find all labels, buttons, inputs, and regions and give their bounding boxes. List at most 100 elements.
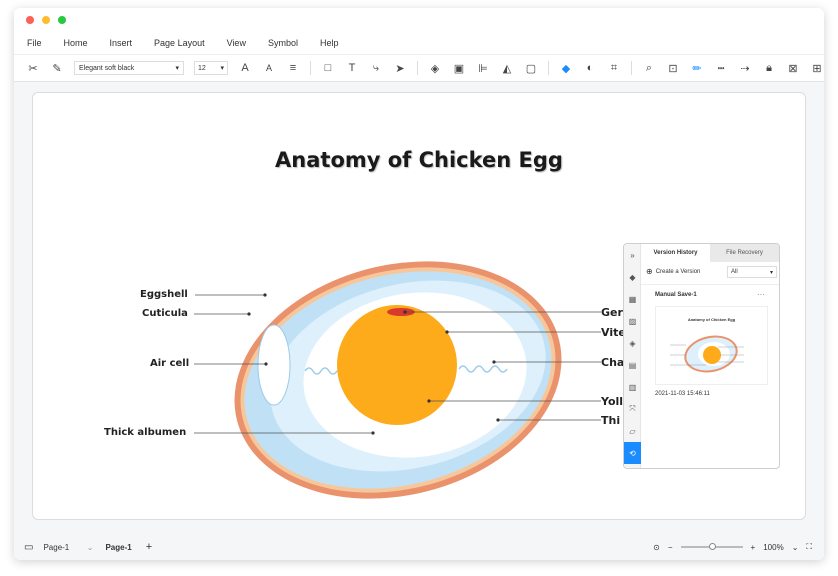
- air-cell-shape: [257, 324, 291, 406]
- format-painter-icon[interactable]: ✎: [50, 61, 64, 75]
- fullscreen-icon[interactable]: ⛶: [806, 542, 812, 552]
- zoom-slider-handle[interactable]: [708, 543, 716, 550]
- more-options-icon[interactable]: ···: [757, 290, 765, 299]
- label-chalaza[interactable]: Cha: [601, 356, 624, 369]
- yolk-shape: [337, 305, 457, 425]
- maximize-window-button[interactable]: [58, 16, 66, 24]
- menu-bar: File Home Insert Page Layout View Symbol…: [14, 32, 824, 54]
- image-icon[interactable]: ▨: [624, 310, 641, 332]
- document-icon[interactable]: ▤: [624, 354, 641, 376]
- panel-tabs: Version History File Recovery: [641, 244, 779, 262]
- lock-icon[interactable]: 🔒︎: [762, 61, 776, 75]
- shadow-icon[interactable]: ◐: [583, 61, 597, 75]
- menu-page-layout[interactable]: Page Layout: [154, 38, 205, 48]
- menu-home[interactable]: Home: [64, 38, 88, 48]
- page-select-value: Page-1: [43, 542, 70, 552]
- chevron-down-icon: ⌄: [86, 542, 94, 552]
- comment-icon[interactable]: ▱: [624, 420, 641, 442]
- divider: [310, 61, 311, 75]
- text-icon[interactable]: T: [345, 61, 359, 75]
- close-window-button[interactable]: [26, 16, 34, 24]
- fit-icon[interactable]: ⤧: [624, 398, 641, 420]
- menu-symbol[interactable]: Symbol: [268, 38, 298, 48]
- add-page-icon[interactable]: +: [146, 541, 152, 553]
- chevron-down-icon[interactable]: ⌄: [792, 543, 799, 552]
- tab-version-history[interactable]: Version History: [641, 244, 710, 262]
- zoom-out-icon[interactable]: −: [668, 543, 673, 552]
- label-thin-albumen[interactable]: Thi: [601, 414, 620, 427]
- font-size-value: 12: [198, 64, 206, 72]
- label-cuticula[interactable]: Cuticula: [142, 308, 188, 319]
- increase-font-icon[interactable]: A: [238, 61, 252, 75]
- page-select[interactable]: Page-1 ⌄: [43, 543, 93, 552]
- thumbnail-egg: [670, 335, 744, 373]
- flip-icon[interactable]: ◭: [500, 61, 514, 75]
- menu-file[interactable]: File: [27, 38, 42, 48]
- page-tab[interactable]: Page-1: [105, 543, 131, 552]
- title-bar: [14, 8, 824, 32]
- font-size-select[interactable]: 12 ▾: [194, 61, 228, 75]
- connector-icon[interactable]: ⤷: [369, 61, 383, 75]
- zoom-in-icon[interactable]: +: [751, 543, 756, 552]
- toolbar: ✂ ✎ Elegant soft black ▾ 12 ▾ A A ≡ □ T ⤷ …: [14, 54, 824, 82]
- frame-icon[interactable]: ▢: [524, 61, 538, 75]
- arrow-style-icon[interactable]: ⇢: [738, 61, 752, 75]
- line-style-icon[interactable]: ┅: [714, 61, 728, 75]
- version-name[interactable]: Manual Save-1: [655, 292, 697, 298]
- find-replace-icon[interactable]: ⊡: [666, 61, 680, 75]
- fill-color-icon[interactable]: ◆: [559, 61, 573, 75]
- align-left-icon[interactable]: ⊫: [476, 61, 490, 75]
- group-icon[interactable]: ▣: [452, 61, 466, 75]
- align-icon[interactable]: ≡: [286, 61, 300, 75]
- cut-icon[interactable]: ✂: [26, 61, 40, 75]
- grid-icon[interactable]: ▦: [624, 288, 641, 310]
- version-filter-value: All: [731, 269, 738, 275]
- version-timestamp: 2021-11-03 15:46:11: [655, 391, 710, 397]
- zoom-level[interactable]: 100%: [763, 543, 783, 552]
- panel-sidebar: » ◆ ▦ ▨ ◈ ▤ ▥ ⤧ ▱ ⟲: [624, 244, 641, 468]
- history-icon[interactable]: ⟲: [624, 442, 641, 464]
- collapse-icon[interactable]: »: [624, 244, 641, 266]
- font-family-select[interactable]: Elegant soft black ▾: [74, 61, 184, 75]
- insert-icon[interactable]: ⊠: [786, 61, 800, 75]
- decrease-font-icon[interactable]: A: [262, 61, 276, 75]
- status-bar: ▭ Page-1 ⌄ Page-1 + ⊙ − + 100% ⌄ ⛶: [14, 534, 824, 560]
- tab-file-recovery[interactable]: File Recovery: [710, 244, 779, 262]
- chevron-down-icon: ▾: [769, 269, 773, 276]
- label-eggshell[interactable]: Eggshell: [140, 289, 188, 300]
- attachment-icon[interactable]: ▥: [624, 376, 641, 398]
- version-thumbnail[interactable]: Anatomy of Chicken Egg: [655, 306, 768, 385]
- line-color-icon[interactable]: ✏: [690, 61, 704, 75]
- font-family-value: Elegant soft black: [79, 64, 135, 72]
- fill-icon[interactable]: ◆: [624, 266, 641, 288]
- label-yolk[interactable]: Yoll: [601, 395, 623, 408]
- divider: [641, 284, 779, 285]
- layers-icon[interactable]: ◈: [624, 332, 641, 354]
- search-icon[interactable]: ⌕: [642, 61, 656, 75]
- menu-help[interactable]: Help: [320, 38, 339, 48]
- crop-icon[interactable]: ⌗: [607, 61, 621, 75]
- create-version-button[interactable]: ⊕ Create a Version: [646, 267, 700, 276]
- zoom-slider[interactable]: [680, 543, 743, 550]
- app-window: File Home Insert Page Layout View Symbol…: [14, 8, 824, 560]
- label-thick-albumen[interactable]: Thick albumen: [104, 427, 186, 438]
- label-germinal-disc[interactable]: Ger: [601, 306, 623, 319]
- label-air-cell[interactable]: Air cell: [150, 358, 189, 369]
- rectangle-icon[interactable]: □: [321, 61, 335, 75]
- play-icon[interactable]: ⊙: [653, 543, 660, 552]
- more-tools-icon[interactable]: ⊞: [810, 61, 824, 75]
- menu-insert[interactable]: Insert: [110, 38, 133, 48]
- add-circle-icon: ⊕: [646, 267, 653, 276]
- divider: [631, 61, 632, 75]
- divider: [417, 61, 418, 75]
- minimize-window-button[interactable]: [42, 16, 50, 24]
- chevron-down-icon: ▾: [175, 65, 179, 72]
- pointer-icon[interactable]: ➤: [393, 61, 407, 75]
- chevron-down-icon: ▾: [220, 65, 224, 72]
- layers-icon[interactable]: ◈: [428, 61, 442, 75]
- version-filter-select[interactable]: All ▾: [727, 266, 777, 278]
- menu-view[interactable]: View: [227, 38, 246, 48]
- page-list-icon[interactable]: ▭: [24, 542, 33, 553]
- drawing-canvas[interactable]: Anatomy of Chicken Egg Eggshell Cuticula…: [32, 92, 806, 520]
- version-history-panel: » ◆ ▦ ▨ ◈ ▤ ▥ ⤧ ▱ ⟲ Version History File…: [623, 243, 780, 469]
